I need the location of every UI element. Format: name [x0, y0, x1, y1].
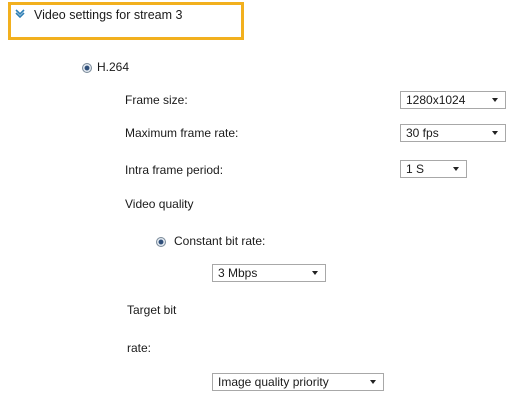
dropdown-arrow-icon	[312, 271, 318, 275]
section-title: Video settings for stream 3	[34, 8, 183, 22]
intra-frame-label: Intra frame period:	[125, 163, 224, 177]
dropdown-arrow-icon	[453, 167, 459, 171]
constant-bit-rate-label: Constant bit rate:	[174, 234, 266, 248]
intra-frame-select[interactable]: 1 S	[400, 160, 467, 178]
h264-label: H.264	[97, 60, 130, 74]
frame-size-select[interactable]: 1280x1024	[400, 91, 506, 109]
intra-frame-value: 1 S	[406, 162, 425, 176]
bit-rate-select[interactable]: 3 Mbps	[212, 264, 326, 282]
bit-rate-value: 3 Mbps	[218, 266, 258, 280]
video-quality-label: Video quality	[125, 197, 194, 211]
target-bit-rate-label-line2: rate:	[127, 341, 152, 355]
max-frame-rate-label: Maximum frame rate:	[125, 126, 239, 140]
dropdown-arrow-icon	[492, 98, 498, 102]
constant-bit-rate-radio[interactable]	[156, 237, 166, 247]
max-frame-rate-select[interactable]: 30 fps	[400, 124, 506, 142]
dropdown-arrow-icon	[492, 131, 498, 135]
chevron-down-icon[interactable]	[14, 8, 26, 18]
target-bit-rate-value: Image quality priority	[218, 375, 329, 389]
h264-radio[interactable]	[82, 63, 92, 73]
frame-size-label: Frame size:	[125, 93, 188, 107]
target-bit-rate-select[interactable]: Image quality priority	[212, 373, 384, 391]
max-frame-rate-value: 30 fps	[406, 126, 439, 140]
dropdown-arrow-icon	[370, 380, 376, 384]
frame-size-value: 1280x1024	[406, 93, 466, 107]
target-bit-rate-label-line1: Target bit	[127, 303, 177, 317]
